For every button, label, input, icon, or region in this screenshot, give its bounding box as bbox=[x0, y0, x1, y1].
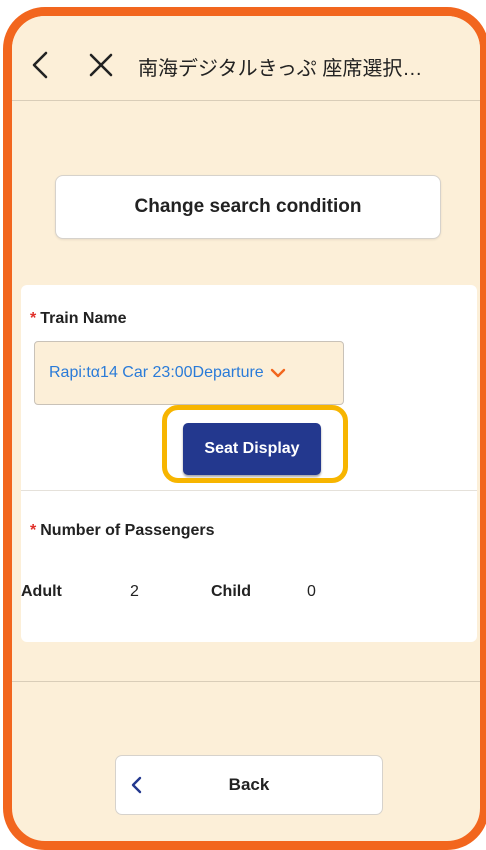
chevron-down-icon bbox=[270, 368, 285, 378]
required-mark: * bbox=[30, 522, 37, 539]
page-title: 南海デジタルきっぷ 座席選択… bbox=[138, 58, 423, 80]
passengers-heading: * Number of Passengers bbox=[30, 522, 215, 540]
passengers-label: Number of Passengers bbox=[40, 522, 215, 539]
phone-frame: 南海デジタルきっぷ 座席選択… Change search condition … bbox=[3, 7, 486, 850]
search-form-card: * Train Name Rapi:tα14 Car 23:00Departure… bbox=[21, 285, 477, 642]
navigation-bar: 南海デジタルきっぷ 座席選択… bbox=[12, 16, 480, 101]
train-selected-value: Rapi:tα14 Car 23:00Departure bbox=[49, 364, 264, 381]
adult-label: Adult bbox=[21, 583, 62, 600]
child-count: 0 bbox=[307, 583, 316, 600]
back-button-label: Back bbox=[228, 775, 270, 794]
change-search-condition-button[interactable]: Change search condition bbox=[55, 175, 441, 239]
back-arrow-icon[interactable] bbox=[28, 50, 54, 80]
page-divider bbox=[12, 681, 480, 682]
child-label: Child bbox=[211, 583, 251, 600]
seat-display-highlight bbox=[162, 405, 348, 483]
required-mark: * bbox=[30, 310, 37, 327]
adult-count: 2 bbox=[130, 583, 139, 600]
back-button[interactable]: Back bbox=[115, 755, 383, 815]
train-select-dropdown[interactable]: Rapi:tα14 Car 23:00Departure bbox=[34, 341, 344, 405]
train-name-heading: * Train Name bbox=[30, 310, 127, 328]
section-divider bbox=[21, 490, 477, 491]
close-icon[interactable] bbox=[88, 52, 114, 78]
train-name-label: Train Name bbox=[40, 310, 127, 327]
